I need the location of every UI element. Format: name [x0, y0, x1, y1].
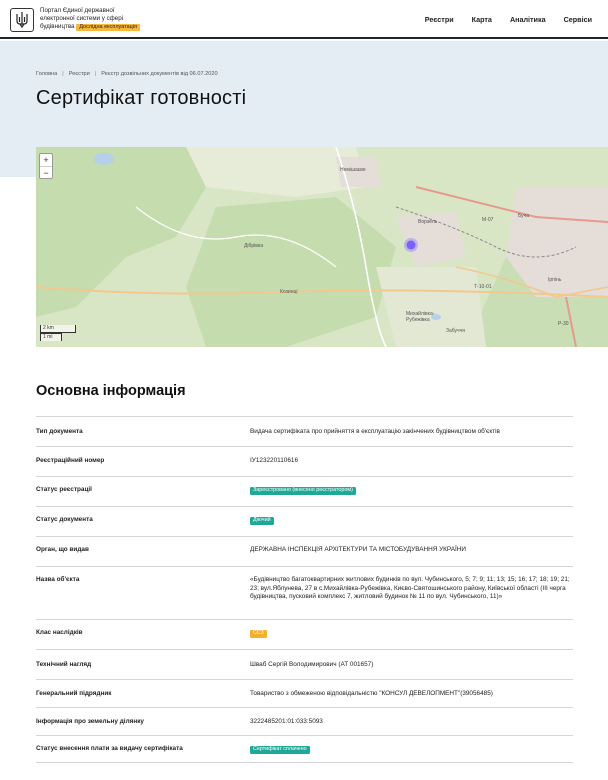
- trident-logo-icon[interactable]: [10, 8, 34, 32]
- nav-services[interactable]: Сервіси: [564, 15, 592, 24]
- breadcrumb-home[interactable]: Головна: [36, 71, 57, 77]
- map-scale: 2 km 1 mi: [40, 325, 76, 341]
- table-row: Статус реєстрації Зареєстровано (внесено…: [36, 476, 573, 506]
- registration-status-badge: Зареєстровано (внесено реєстратором): [250, 487, 356, 495]
- table-row: Назва об'єкта «Будівництво багатоквартир…: [36, 566, 573, 619]
- payment-status-badge: Сертифікат сплачено: [250, 746, 310, 754]
- brand-line-2: електронної системи у сфері: [40, 15, 124, 22]
- zoom-in-button[interactable]: +: [40, 154, 52, 166]
- table-row: Інформація про земельну ділянку 32224852…: [36, 707, 573, 735]
- map-label-r30: Р-30: [558, 321, 569, 327]
- row-value: ДЕРЖАВНА ІНСПЕКЦІЯ АРХІТЕКТУРИ ТА МІСТОБ…: [250, 546, 466, 553]
- table-row: Генеральний підрядник Товариство з обмеж…: [36, 679, 573, 707]
- brand-line-1: Портал Єдиної державної: [40, 7, 115, 14]
- map-label-irpin: Ірпінь: [548, 277, 562, 283]
- zoom-out-button[interactable]: −: [40, 166, 52, 178]
- map-tiles: [36, 147, 608, 347]
- row-value: Шваб Сергій Володимирович (АТ 001657): [250, 661, 374, 668]
- breadcrumb: Головна | Реєстри | Реєстр дозвільних до…: [36, 71, 218, 77]
- map-label-dibrivka: Дібрівка: [244, 243, 263, 249]
- row-label: Орган, що видав: [36, 546, 89, 553]
- table-row: Реєстраційний номер ІУ123220110616: [36, 446, 573, 476]
- portal-brand[interactable]: Портал Єдиної державної електронної сист…: [40, 7, 170, 31]
- table-row: Статус документа Діючий: [36, 506, 573, 536]
- row-value: Видача сертифіката про прийняття в експл…: [250, 428, 500, 435]
- document-status-badge: Діючий: [250, 517, 274, 525]
- page-title: Сертифікат готовності: [36, 87, 247, 109]
- info-table: Тип документа Видача сертифіката про при…: [36, 416, 573, 763]
- row-label: Статус реєстрації: [36, 486, 92, 493]
- consequence-class-badge: СС3: [250, 630, 267, 638]
- row-label: Технічний нагляд: [36, 661, 92, 668]
- beta-badge: Дослідна експлуатація: [76, 24, 141, 31]
- row-label: Інформація про земельну ділянку: [36, 718, 144, 725]
- map-label-nemishaieve: Немішаєве: [340, 167, 366, 173]
- section-title-main-info: Основна інформація: [36, 383, 186, 399]
- scale-km: 2 km: [40, 325, 76, 333]
- nav-analytics[interactable]: Аналітика: [510, 15, 546, 24]
- main-nav: Реєстри Карта Аналітика Сервіси: [425, 15, 592, 24]
- nav-registries[interactable]: Реєстри: [425, 15, 454, 24]
- map-label-mykhailivka: Михайлівка-Рубежівка: [406, 311, 435, 323]
- map-label-vorzel: Ворзель: [418, 219, 438, 225]
- map-label-bucha: Буча: [518, 213, 530, 219]
- table-row: Орган, що видав ДЕРЖАВНА ІНСПЕКЦІЯ АРХІТ…: [36, 536, 573, 566]
- breadcrumb-current: Реєстр дозвільних документів від 06.07.2…: [101, 71, 218, 77]
- row-value: 3222485201:01:033:5093: [250, 718, 323, 725]
- map-zoom-control: + −: [39, 153, 53, 179]
- brand-line-3: будівництва: [40, 23, 75, 30]
- row-label: Реєстраційний номер: [36, 457, 105, 464]
- map-label-kozyntsi: Козинці: [280, 289, 298, 295]
- top-header: Портал Єдиної державної електронної сист…: [0, 0, 608, 39]
- table-row: Технічний нагляд Шваб Сергій Володимиров…: [36, 649, 573, 679]
- row-label: Тип документа: [36, 428, 83, 435]
- breadcrumb-separator: |: [62, 71, 64, 77]
- row-value: «Будівництво багатоквартирних житлових б…: [250, 576, 570, 601]
- map-label-zabuchchia: Забуччя: [446, 328, 465, 334]
- table-row: Тип документа Видача сертифіката про при…: [36, 416, 573, 446]
- row-value: Товариство з обмеженою відповідальністю …: [250, 690, 493, 697]
- row-label: Статус внесення плати за видачу сертифік…: [36, 745, 183, 752]
- table-row: Статус внесення плати за видачу сертифік…: [36, 735, 573, 763]
- row-value: ІУ123220110616: [250, 457, 299, 464]
- map-label-t1001: Т-10-01: [474, 284, 492, 290]
- nav-map[interactable]: Карта: [472, 15, 492, 24]
- breadcrumb-registries[interactable]: Реєстри: [69, 71, 90, 77]
- breadcrumb-separator: |: [94, 71, 97, 77]
- row-label: Назва об'єкта: [36, 576, 80, 583]
- row-label: Клас наслідків: [36, 629, 83, 636]
- location-map[interactable]: + − Немішаєве Ворзель Буча Ірпінь Дібрів…: [36, 147, 608, 347]
- table-row: Клас наслідків СС3: [36, 619, 573, 649]
- row-label: Статус документа: [36, 516, 93, 523]
- map-label-m07: М-07: [482, 217, 494, 223]
- scale-mi: 1 mi: [40, 333, 62, 341]
- row-label: Генеральний підрядник: [36, 690, 112, 697]
